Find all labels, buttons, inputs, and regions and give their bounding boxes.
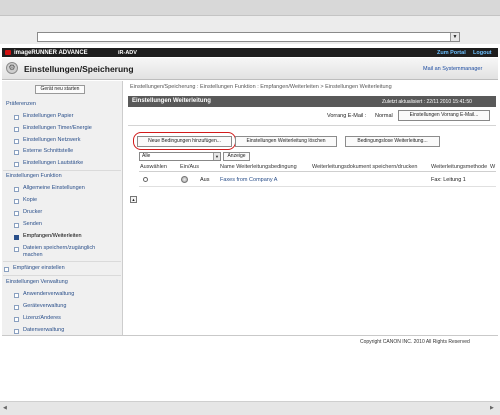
sidebar-item-user-management[interactable]: Anwenderverwaltung [14, 291, 74, 298]
sidebar-item-timer-energy[interactable]: Einstellungen Timer/Energie [14, 125, 92, 132]
product-logo-text: imageRUNNER ADVANCE [14, 49, 88, 56]
display-button[interactable]: Anzeige [223, 152, 250, 161]
scroll-left-icon[interactable]: ◀ [3, 405, 9, 411]
scroll-right-icon[interactable]: ▶ [490, 405, 496, 411]
sidebar-item-network[interactable]: Einstellungen Netzwerk [14, 137, 80, 144]
divider [128, 125, 496, 126]
breadcrumb: Einstellungen/Speicherung : Einstellunge… [130, 84, 392, 90]
mail-admin-link[interactable]: Mail an Systemmanager [423, 66, 482, 72]
column-header-truncated: W [490, 164, 496, 170]
last-updated: Zuletzt aktualisiert : 22/11 2010 15:41:… [382, 98, 472, 105]
sidebar-divider [3, 261, 121, 262]
sidebar-item-device-management[interactable]: Geräteverwaltung [14, 303, 66, 310]
browser-title-bar [0, 0, 500, 16]
column-header-onoff: Ein/Aus [180, 164, 199, 170]
sidebar-item-volume[interactable]: Einstellungen Lautstärke [14, 160, 83, 167]
footer-divider [2, 335, 498, 336]
sidebar-item-copy[interactable]: Kopie [14, 197, 37, 204]
row-divider [139, 186, 496, 187]
sidebar-item-set-destination[interactable]: Empfänger einstellen [4, 265, 65, 272]
row-onoff: Aus [200, 177, 210, 183]
sidebar-item-receive-forward[interactable]: Empfangen/Weiterleiten [14, 233, 82, 240]
chevron-down-icon[interactable]: ▼ [213, 153, 220, 160]
sidebar-item-store-files[interactable]: Dateien speichern/zugänglich machen [14, 245, 114, 259]
page-title: Einstellungen/Speicherung [24, 64, 134, 74]
add-condition-button[interactable]: Neue Bedingungen hinzufügen... [137, 135, 232, 147]
email-priority-label: Vorrang E-Mail : [327, 112, 367, 119]
row-select-radio[interactable] [143, 177, 148, 182]
copyright: Copyright CANON INC. 2010 All Rights Res… [360, 339, 470, 345]
sidebar-heading-preferences[interactable]: Präferenzen [6, 101, 36, 107]
email-priority-value: Normal [375, 112, 393, 119]
sidebar-heading-function-settings[interactable]: Einstellungen Funktion [6, 173, 62, 179]
unconditional-forwarding-button[interactable]: Bedingungslose Weiterleitung... [345, 135, 440, 147]
address-bar[interactable] [37, 32, 460, 42]
row-method: Fax: Leitung 1 [431, 177, 466, 183]
sidebar-item-paper[interactable]: Einstellungen Papier [14, 113, 73, 120]
column-header-store-print: Weiterleitungsdokument speichern/drucken [312, 164, 418, 170]
onoff-status-icon [181, 176, 188, 183]
settings-gear-icon: ⚙ [6, 62, 18, 74]
portal-link[interactable]: Zum Portal [437, 49, 466, 57]
panel-title: Einstellungen Weiterleitung [132, 98, 211, 104]
table-header-divider [139, 171, 496, 172]
address-dropdown-icon[interactable]: ▼ [450, 33, 459, 41]
filter-select[interactable]: Alle [139, 152, 221, 161]
column-header-select: Auswählen [140, 164, 167, 170]
canon-logo-icon [5, 50, 11, 55]
device-name: iR-ADV [118, 49, 137, 56]
logout-link[interactable]: Logout [473, 49, 492, 57]
sidebar-item-license[interactable]: Lizenz/Anderes [14, 315, 61, 322]
sidebar-divider [3, 275, 121, 276]
sidebar-item-data-management[interactable]: Datenverwaltung [14, 327, 64, 334]
horizontal-scrollbar[interactable] [0, 401, 500, 415]
sidebar-item-general[interactable]: Allgemeine Einstellungen [14, 185, 85, 192]
sidebar-heading-management[interactable]: Einstellungen Verwaltung [6, 279, 68, 285]
scroll-to-top-icon[interactable]: ▲ [130, 196, 137, 203]
sidebar-item-send[interactable]: Senden [14, 221, 42, 228]
delete-forwarding-button[interactable]: Einstellungen Weiterleitung löschen [235, 135, 337, 147]
sidebar-divider [3, 170, 121, 171]
email-priority-settings-button[interactable]: Einstellungen Vorrang E-Mail... [398, 110, 490, 121]
row-name-link[interactable]: Faxes from Company A [220, 177, 277, 183]
restart-device-button[interactable]: Gerät neu starten [35, 85, 85, 94]
column-header-method: Weiterleitungsmethode [431, 164, 488, 170]
sidebar-item-external-interface[interactable]: Externe Schnittstelle [14, 148, 73, 155]
sidebar-item-printer[interactable]: Drucker [14, 209, 42, 216]
column-header-name: Name Weiterleitungsbedingung [220, 164, 297, 170]
